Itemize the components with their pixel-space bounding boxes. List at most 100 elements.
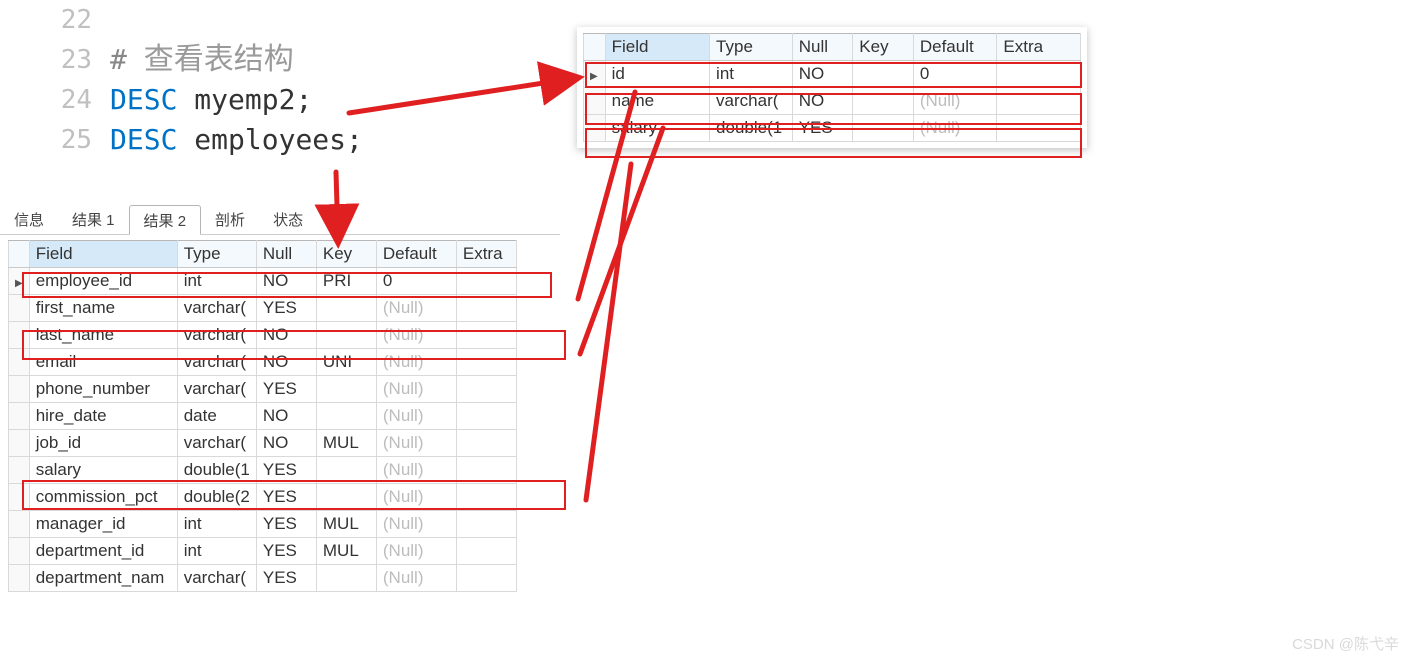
cell[interactable]: varchar( bbox=[177, 295, 256, 322]
cell[interactable] bbox=[316, 457, 376, 484]
cell[interactable]: varchar( bbox=[710, 88, 793, 115]
cell[interactable]: department_id bbox=[29, 538, 177, 565]
cell[interactable] bbox=[316, 322, 376, 349]
cell[interactable]: varchar( bbox=[177, 376, 256, 403]
tab-信息[interactable]: 信息 bbox=[0, 205, 58, 234]
myemp2-table[interactable]: FieldTypeNullKeyDefaultExtraidintNO0name… bbox=[583, 33, 1081, 142]
cell[interactable]: int bbox=[177, 268, 256, 295]
cell[interactable] bbox=[456, 511, 516, 538]
col-type[interactable]: Type bbox=[710, 34, 793, 61]
cell[interactable]: (Null) bbox=[376, 430, 456, 457]
cell[interactable]: NO bbox=[792, 61, 853, 88]
cell[interactable]: (Null) bbox=[376, 376, 456, 403]
cell[interactable] bbox=[853, 115, 914, 142]
cell[interactable]: MUL bbox=[316, 511, 376, 538]
cell[interactable]: UNI bbox=[316, 349, 376, 376]
cell[interactable]: varchar( bbox=[177, 430, 256, 457]
cell[interactable]: (Null) bbox=[376, 565, 456, 592]
cell[interactable] bbox=[853, 88, 914, 115]
table-row[interactable]: manager_idintYESMUL(Null) bbox=[9, 511, 517, 538]
cell[interactable]: (Null) bbox=[913, 115, 997, 142]
cell[interactable]: hire_date bbox=[29, 403, 177, 430]
cell[interactable] bbox=[456, 457, 516, 484]
table-row[interactable]: commission_pctdouble(2YES (Null) bbox=[9, 484, 517, 511]
cell[interactable]: NO bbox=[256, 430, 316, 457]
col-type[interactable]: Type bbox=[177, 241, 256, 268]
cell[interactable]: varchar( bbox=[177, 349, 256, 376]
cell[interactable]: salary bbox=[29, 457, 177, 484]
col-extra[interactable]: Extra bbox=[456, 241, 516, 268]
cell[interactable]: int bbox=[177, 538, 256, 565]
cell[interactable]: YES bbox=[792, 115, 853, 142]
cell[interactable]: employee_id bbox=[29, 268, 177, 295]
cell[interactable]: (Null) bbox=[376, 538, 456, 565]
cell[interactable]: manager_id bbox=[29, 511, 177, 538]
cell[interactable]: (Null) bbox=[376, 349, 456, 376]
table-row[interactable]: salarydouble(1YES(Null) bbox=[9, 457, 517, 484]
table-row[interactable]: idintNO0 bbox=[584, 61, 1081, 88]
col-null[interactable]: Null bbox=[792, 34, 853, 61]
cell[interactable] bbox=[997, 88, 1081, 115]
table-row[interactable]: employee_idintNOPRI0 bbox=[9, 268, 517, 295]
table-row[interactable]: namevarchar(NO(Null) bbox=[584, 88, 1081, 115]
tab-状态[interactable]: 状态 bbox=[259, 205, 317, 234]
cell[interactable]: department_nam bbox=[29, 565, 177, 592]
cell[interactable]: int bbox=[710, 61, 793, 88]
cell[interactable]: YES bbox=[256, 295, 316, 322]
cell[interactable]: YES bbox=[256, 565, 316, 592]
cell[interactable]: YES bbox=[256, 376, 316, 403]
cell[interactable]: varchar( bbox=[177, 565, 256, 592]
col-default[interactable]: Default bbox=[913, 34, 997, 61]
col-extra[interactable]: Extra bbox=[997, 34, 1081, 61]
cell[interactable]: int bbox=[177, 511, 256, 538]
cell[interactable] bbox=[456, 538, 516, 565]
cell[interactable]: salary bbox=[605, 115, 709, 142]
table-row[interactable]: department_namvarchar(YES (Null) bbox=[9, 565, 517, 592]
cell[interactable] bbox=[456, 349, 516, 376]
table-row[interactable]: emailvarchar(NOUNI(Null) bbox=[9, 349, 517, 376]
cell[interactable]: MUL bbox=[316, 430, 376, 457]
cell[interactable]: NO bbox=[256, 268, 316, 295]
table-row[interactable]: department_idintYESMUL(Null) bbox=[9, 538, 517, 565]
cell[interactable]: date bbox=[177, 403, 256, 430]
cell[interactable] bbox=[456, 295, 516, 322]
cell[interactable]: NO bbox=[256, 349, 316, 376]
table-row[interactable]: first_namevarchar(YES (Null) bbox=[9, 295, 517, 322]
col-null[interactable]: Null bbox=[256, 241, 316, 268]
cell[interactable]: YES bbox=[256, 457, 316, 484]
col-field[interactable]: Field bbox=[605, 34, 709, 61]
cell[interactable]: YES bbox=[256, 511, 316, 538]
cell[interactable]: first_name bbox=[29, 295, 177, 322]
cell[interactable]: id bbox=[605, 61, 709, 88]
cell[interactable]: YES bbox=[256, 484, 316, 511]
cell[interactable] bbox=[316, 565, 376, 592]
cell[interactable]: NO bbox=[792, 88, 853, 115]
cell[interactable]: PRI bbox=[316, 268, 376, 295]
cell[interactable]: email bbox=[29, 349, 177, 376]
cell[interactable] bbox=[456, 484, 516, 511]
col-key[interactable]: Key bbox=[316, 241, 376, 268]
cell[interactable]: (Null) bbox=[376, 295, 456, 322]
cell[interactable] bbox=[853, 61, 914, 88]
cell[interactable] bbox=[456, 430, 516, 457]
cell[interactable]: double(2 bbox=[177, 484, 256, 511]
cell[interactable] bbox=[456, 565, 516, 592]
cell[interactable]: YES bbox=[256, 538, 316, 565]
table-row[interactable]: hire_datedateNO(Null) bbox=[9, 403, 517, 430]
cell[interactable]: varchar( bbox=[177, 322, 256, 349]
cell[interactable] bbox=[997, 61, 1081, 88]
table-row[interactable]: last_namevarchar(NO(Null) bbox=[9, 322, 517, 349]
cell[interactable]: (Null) bbox=[913, 88, 997, 115]
cell[interactable]: (Null) bbox=[376, 511, 456, 538]
cell[interactable]: job_id bbox=[29, 430, 177, 457]
tab-结果 2[interactable]: 结果 2 bbox=[129, 205, 202, 235]
col-field[interactable]: Field bbox=[29, 241, 177, 268]
table-row[interactable]: job_idvarchar(NOMUL(Null) bbox=[9, 430, 517, 457]
cell[interactable]: NO bbox=[256, 403, 316, 430]
col-key[interactable]: Key bbox=[853, 34, 914, 61]
cell[interactable] bbox=[456, 322, 516, 349]
cell[interactable] bbox=[316, 376, 376, 403]
cell[interactable]: 0 bbox=[376, 268, 456, 295]
cell[interactable]: commission_pct bbox=[29, 484, 177, 511]
cell[interactable]: (Null) bbox=[376, 484, 456, 511]
